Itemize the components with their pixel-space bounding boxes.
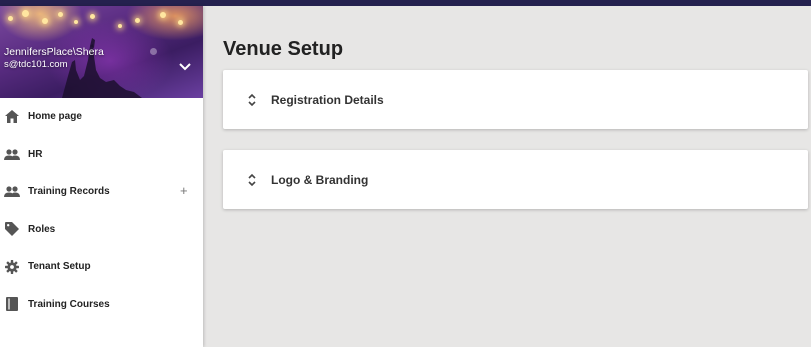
user-name: JennifersPlace\Shera (4, 46, 104, 58)
sidebar-item-label: Training Records (28, 186, 110, 198)
section-title: Registration Details (271, 92, 384, 107)
sidebar-item-label: HR (28, 148, 43, 160)
page-title: Venue Setup (223, 38, 344, 60)
people-icon (4, 146, 20, 162)
user-email: s@tdc101.com (4, 59, 68, 70)
expand-plus-icon[interactable]: + (180, 184, 188, 198)
chevron-down-icon[interactable] (178, 62, 192, 72)
sidebar-item-home-page[interactable]: Home page (0, 98, 203, 136)
people-icon (4, 184, 20, 200)
home-icon (4, 109, 20, 125)
sidebar-item-training-courses[interactable]: Training Courses (0, 286, 203, 324)
section-title: Logo & Branding (271, 172, 369, 187)
section-logo-branding[interactable]: Logo & Branding (223, 150, 808, 209)
sidebar: JennifersPlace\Shera s@tdc101.com Home p… (0, 6, 203, 347)
sidebar-item-tenant-setup[interactable]: Tenant Setup (0, 248, 203, 286)
sidebar-item-label: Tenant Setup (28, 261, 91, 273)
expand-icon[interactable] (246, 92, 258, 108)
section-registration-details[interactable]: Registration Details (223, 70, 808, 129)
expand-icon[interactable] (246, 172, 258, 188)
profile-header[interactable]: JennifersPlace\Shera s@tdc101.com (0, 6, 203, 98)
sidebar-item-training-records[interactable]: Training Records + (0, 173, 203, 211)
sidebar-item-label: Roles (28, 223, 56, 235)
sidebar-item-label: Home page (28, 111, 82, 123)
tag-icon (4, 221, 20, 237)
gear-icon (4, 259, 20, 275)
sidebar-item-roles[interactable]: Roles (0, 211, 203, 249)
sidebar-item-label: Training Courses (28, 298, 110, 310)
book-icon (4, 296, 20, 312)
sidebar-nav: Home page HR Training Records + Roles Te… (0, 98, 203, 323)
sidebar-item-hr[interactable]: HR (0, 136, 203, 174)
